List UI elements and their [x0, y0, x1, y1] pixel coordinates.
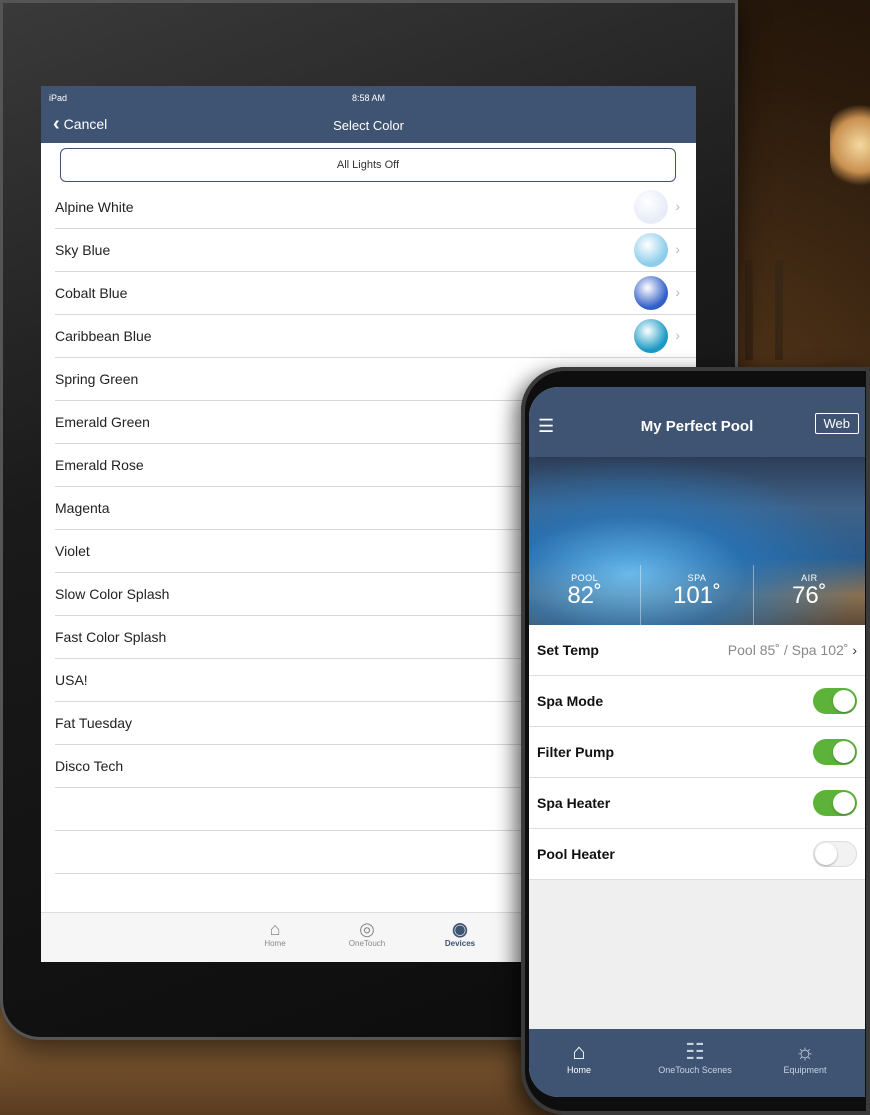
chevron-right-icon: ›	[852, 642, 857, 658]
color-swatch	[634, 276, 668, 310]
pool-temp: POOL 82˚	[529, 565, 640, 625]
color-label: Sky Blue	[55, 242, 111, 258]
color-list-item[interactable]: Sky Blue ›	[55, 229, 696, 272]
color-list-item[interactable]: Cobalt Blue ›	[55, 272, 696, 315]
color-label: Fat Tuesday	[55, 715, 133, 731]
switch-rows: Spa Mode Filter Pump Spa Heater Pool Heater	[529, 676, 865, 880]
color-label: Slow Color Splash	[55, 586, 170, 602]
tab-home[interactable]: ⌂ Home	[529, 1039, 629, 1075]
color-label: Emerald Rose	[55, 457, 144, 473]
set-temp-text: Pool 85˚ / Spa 102˚	[727, 642, 849, 658]
color-swatch	[634, 190, 668, 224]
status-time: 8:58 AM	[351, 93, 386, 103]
lightbulb-icon: ☼	[794, 1039, 816, 1064]
temp-value: 82˚	[567, 582, 602, 609]
color-list-item[interactable]: Alpine White ›	[55, 186, 696, 229]
web-button[interactable]: Web	[814, 413, 859, 434]
phone-screen: ☰ My Perfect Pool Web POOL 82˚ SPA 101˚ …	[529, 387, 865, 1097]
chevron-right-icon: ›	[675, 241, 680, 257]
chevron-right-icon: ›	[675, 198, 680, 214]
switch-label: Filter Pump	[537, 744, 615, 760]
background-lamp	[830, 100, 870, 190]
color-label: Disco Tech	[55, 758, 124, 774]
switch-label: Pool Heater	[537, 846, 615, 862]
tab-onetouch[interactable]: ◎ OneTouch	[337, 919, 397, 948]
tab-onetouch-scenes[interactable]: ☷ OneTouch Scenes	[645, 1039, 745, 1075]
spa-temp: SPA 101˚	[640, 565, 752, 625]
temp-value: 76˚	[791, 582, 827, 609]
control-list: Set Temp Pool 85˚ / Spa 102˚ › Spa Mode F…	[529, 625, 865, 880]
air-temp: AIR 76˚	[752, 565, 865, 625]
chevron-right-icon: ›	[675, 327, 680, 343]
toggle-switch[interactable]	[813, 841, 857, 867]
color-label: USA!	[55, 672, 88, 688]
temp-value: 101˚	[672, 582, 722, 609]
switch-row: Pool Heater	[529, 829, 865, 880]
phone-tab-bar: ⌂ Home ☷ OneTouch Scenes ☼ Equipment	[529, 1029, 865, 1097]
set-temp-row[interactable]: Set Temp Pool 85˚ / Spa 102˚ ›	[529, 625, 865, 676]
toggle-switch[interactable]	[813, 790, 857, 816]
color-label: Emerald Green	[55, 414, 150, 430]
color-label: Fast Color Splash	[55, 629, 167, 645]
ipad-nav-bar: iPad 8:58 AM ‹ Cancel Select Color	[41, 86, 696, 143]
color-list-item[interactable]: Caribbean Blue ›	[55, 315, 696, 358]
switch-label: Spa Mode	[537, 693, 604, 709]
tab-label: Devices	[444, 939, 476, 948]
color-label: Spring Green	[55, 371, 139, 387]
tab-label: Home	[264, 939, 286, 948]
color-label: Cobalt Blue	[55, 285, 128, 301]
chevron-right-icon: ›	[675, 284, 680, 300]
switch-row: Spa Heater	[529, 778, 865, 829]
set-temp-label: Set Temp	[537, 642, 599, 658]
toggle-switch[interactable]	[813, 739, 857, 765]
tab-home[interactable]: ⌂ Home	[245, 919, 305, 948]
set-temp-value: Pool 85˚ / Spa 102˚ ›	[728, 642, 857, 658]
temperature-readouts: POOL 82˚ SPA 101˚ AIR 76˚	[529, 565, 865, 625]
toggle-switch[interactable]	[813, 688, 857, 714]
devices-icon: ◉	[452, 919, 468, 939]
tab-label: Home	[566, 1065, 591, 1075]
background-rail	[745, 260, 753, 360]
all-lights-off-button[interactable]: All Lights Off	[60, 148, 676, 182]
switch-row: Filter Pump	[529, 727, 865, 778]
color-label: Alpine White	[55, 199, 134, 215]
home-icon: ⌂	[269, 919, 281, 939]
scenes-icon: ☷	[685, 1039, 705, 1064]
switch-row: Spa Mode	[529, 676, 865, 727]
switch-label: Spa Heater	[537, 795, 611, 811]
background-rail	[775, 260, 783, 360]
page-title: Select Color	[333, 118, 404, 133]
onetouch-icon: ◎	[359, 919, 375, 939]
tab-equipment[interactable]: ☼ Equipment	[755, 1039, 855, 1075]
phone-device: ☰ My Perfect Pool Web POOL 82˚ SPA 101˚ …	[521, 367, 870, 1115]
color-swatch	[634, 319, 668, 353]
color-swatch	[634, 233, 668, 267]
phone-header: ☰ My Perfect Pool Web	[529, 387, 865, 457]
tab-label: OneTouch	[348, 939, 386, 948]
color-label: Caribbean Blue	[55, 328, 152, 344]
color-label: Violet	[55, 543, 90, 559]
home-icon: ⌂	[572, 1039, 586, 1064]
color-label: Magenta	[55, 500, 110, 516]
tab-label: OneTouch Scenes	[658, 1065, 732, 1075]
tab-label: Equipment	[783, 1065, 827, 1075]
tab-devices[interactable]: ◉ Devices	[430, 919, 490, 948]
